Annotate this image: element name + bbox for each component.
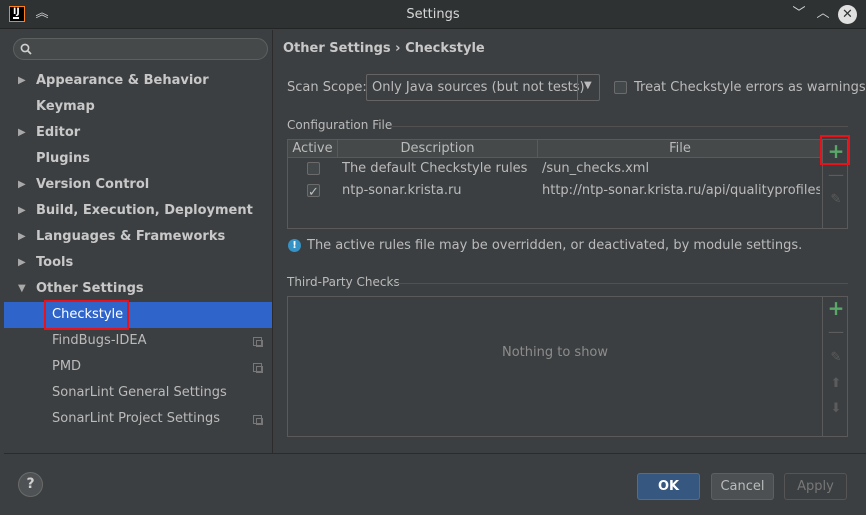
- row-description: ntp-sonar.krista.ru: [342, 183, 462, 198]
- scan-scope-value: Only Java sources (but not tests): [372, 80, 585, 95]
- column-header-file[interactable]: File: [538, 140, 822, 158]
- expand-arrow-icon: ▶: [18, 75, 26, 86]
- third-party-checks-table: Nothing to show + — ✎ ⬆ ⬇: [287, 296, 848, 437]
- project-level-icon: [253, 363, 263, 373]
- search-icon: [20, 43, 32, 55]
- edit-config-pencil-icon[interactable]: ✎: [827, 191, 845, 209]
- app-icon-text: IJ: [13, 7, 20, 17]
- move-down-arrow-icon[interactable]: ⬇: [827, 400, 845, 418]
- sidebar-item-plugins[interactable]: Plugins: [4, 146, 272, 172]
- sidebar-item-version-control[interactable]: ▶ Version Control: [4, 172, 272, 198]
- sidebar-item-other-settings[interactable]: ▼ Other Settings: [4, 276, 272, 302]
- column-header-active[interactable]: Active: [288, 140, 338, 158]
- dialog-footer: ? OK Cancel Apply: [4, 453, 866, 515]
- project-level-icon: [253, 337, 263, 347]
- sidebar-item-editor[interactable]: ▶ Editor: [4, 120, 272, 146]
- remove-config-minus-icon[interactable]: —: [827, 166, 845, 184]
- checkstyle-settings-panel: Other Settings › Checkstyle Scan Scope: …: [274, 30, 866, 453]
- sidebar-item-tools[interactable]: ▶ Tools: [4, 250, 272, 276]
- sidebar-item-sonarlint-general[interactable]: SonarLint General Settings: [4, 380, 272, 406]
- breadcrumb-separator: ›: [395, 41, 401, 56]
- breadcrumb: Other Settings › Checkstyle: [283, 41, 485, 56]
- expand-arrow-icon: ▶: [18, 179, 26, 190]
- project-level-icon: [253, 415, 263, 425]
- remove-check-minus-icon[interactable]: —: [827, 323, 845, 341]
- sidebar-item-keymap[interactable]: Keymap: [4, 94, 272, 120]
- sidebar-item-label: Appearance & Behavior: [36, 73, 209, 88]
- sidebar-item-label: Build, Execution, Deployment: [36, 203, 253, 218]
- sidebar-item-findbugs-idea[interactable]: FindBugs-IDEA: [4, 328, 272, 354]
- apply-button[interactable]: Apply: [784, 473, 847, 500]
- empty-state-text: Nothing to show: [501, 345, 609, 360]
- treat-errors-label: Treat Checkstyle errors as warnings: [634, 80, 866, 95]
- sidebar-item-label: SonarLint General Settings: [52, 385, 227, 400]
- sidebar-item-pmd[interactable]: PMD: [4, 354, 272, 380]
- expand-arrow-icon: ▶: [18, 205, 26, 216]
- configuration-file-title: Configuration File: [287, 118, 393, 132]
- title-bar: Settings IJ ︽ ﹀ ︿ ✕: [0, 0, 866, 29]
- row-description: The default Checkstyle rules: [342, 161, 528, 176]
- row-active-checkbox[interactable]: [307, 162, 320, 175]
- sidebar-item-appearance-behavior[interactable]: ▶ Appearance & Behavior: [4, 68, 272, 94]
- expand-arrow-icon: ▶: [18, 257, 26, 268]
- sidebar-item-languages-frameworks[interactable]: ▶ Languages & Frameworks: [4, 224, 272, 250]
- sidebar-item-label: Plugins: [36, 151, 90, 166]
- configuration-file-table: Active Description File The default Chec…: [287, 139, 848, 229]
- breadcrumb-current: Checkstyle: [405, 41, 485, 56]
- sidebar-item-label: FindBugs-IDEA: [52, 333, 147, 348]
- sidebar-item-label: Version Control: [36, 177, 150, 192]
- minimize-chevron-icon[interactable]: ﹀: [790, 5, 808, 23]
- sidebar-item-label: Tools: [36, 255, 74, 270]
- ok-button[interactable]: OK: [637, 473, 700, 500]
- sidebar-item-label: SonarLint Project Settings: [52, 411, 221, 426]
- row-file: http://ntp-sonar.krista.ru/api/qualitypr…: [542, 183, 820, 198]
- sidebar-item-label: Keymap: [36, 99, 95, 114]
- search-input[interactable]: [38, 41, 262, 57]
- cancel-button[interactable]: Cancel: [711, 473, 774, 500]
- module-override-notice: The active rules file may be overridden,…: [307, 238, 803, 253]
- breadcrumb-parent: Other Settings: [283, 41, 391, 56]
- add-button-highlight-box: [820, 135, 850, 165]
- sidebar-item-label: Languages & Frameworks: [36, 229, 226, 244]
- move-up-arrow-icon[interactable]: ⬆: [827, 375, 845, 393]
- add-check-plus-icon[interactable]: +: [827, 298, 845, 318]
- maximize-chevron-icon[interactable]: ︿: [814, 5, 832, 23]
- group-divider: [392, 283, 848, 284]
- row-file: /sun_checks.xml: [542, 161, 650, 176]
- table-row[interactable]: ntp-sonar.krista.ru http://ntp-sonar.kri…: [288, 180, 822, 204]
- dropdown-caret-icon: ▼: [584, 80, 592, 91]
- scan-scope-dropdown[interactable]: Only Java sources (but not tests) ▼: [366, 74, 600, 101]
- column-header-description[interactable]: Description: [338, 140, 538, 158]
- third-party-checks-title: Third-Party Checks: [287, 275, 400, 289]
- sidebar-item-label: PMD: [52, 359, 82, 374]
- checkstyle-highlight-box: [44, 300, 129, 330]
- close-window-button[interactable]: ✕: [838, 5, 857, 24]
- row-active-checkbox[interactable]: [307, 182, 320, 204]
- settings-search[interactable]: [13, 38, 268, 60]
- collapse-arrow-icon: ▼: [18, 283, 26, 294]
- scan-scope-label: Scan Scope:: [287, 80, 367, 95]
- edit-check-pencil-icon[interactable]: ✎: [827, 349, 845, 367]
- sidebar-item-label: Editor: [36, 125, 81, 140]
- keep-above-icon[interactable]: ︽: [33, 5, 51, 23]
- sidebar-item-build-execution-deployment[interactable]: ▶ Build, Execution, Deployment: [4, 198, 272, 224]
- sidebar-item-label: Other Settings: [36, 281, 144, 296]
- help-button[interactable]: ?: [18, 472, 43, 497]
- third-party-toolbar: + — ✎ ⬆ ⬇: [822, 297, 848, 436]
- intellij-app-icon: IJ: [9, 6, 25, 22]
- expand-arrow-icon: ▶: [18, 127, 26, 138]
- expand-arrow-icon: ▶: [18, 231, 26, 242]
- info-icon: !: [288, 239, 301, 252]
- table-header: Active Description File: [288, 140, 822, 158]
- settings-sidebar: ▶ Appearance & Behavior Keymap ▶ Editor …: [4, 30, 273, 453]
- sidebar-item-sonarlint-project[interactable]: SonarLint Project Settings: [4, 406, 272, 432]
- window-title: Settings: [406, 7, 460, 22]
- group-divider: [392, 126, 848, 127]
- table-row[interactable]: The default Checkstyle rules /sun_checks…: [288, 158, 822, 180]
- treat-errors-as-warnings-checkbox[interactable]: [614, 81, 627, 94]
